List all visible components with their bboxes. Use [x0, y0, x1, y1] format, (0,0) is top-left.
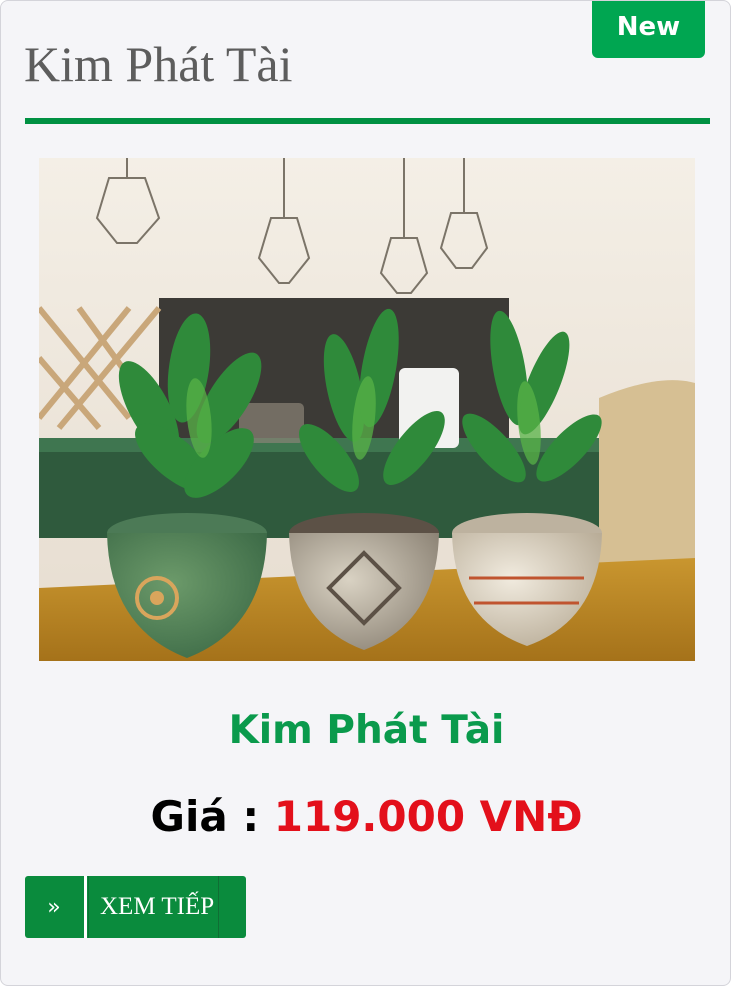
product-card: New Kim Phát Tài Kim Phát Tài Giá: 119.… [0, 0, 731, 986]
read-more-button[interactable]: » XEM TIẾP [25, 876, 246, 938]
button-separator [84, 876, 87, 938]
product-image[interactable] [39, 158, 695, 661]
double-chevron-right-icon: » [47, 894, 61, 920]
price-value: 119.000 VNĐ [273, 792, 583, 841]
new-badge-label: New [616, 11, 681, 42]
card-title: Kim Phát Tài [24, 36, 293, 92]
read-more-label: XEM TIẾP [88, 876, 219, 938]
title-divider [25, 118, 710, 124]
price-label: Giá : [150, 792, 274, 841]
price-row: Giá : 119.000 VNĐ [1, 787, 730, 847]
new-badge: New [592, 1, 705, 58]
product-name[interactable]: Kim Phát Tài [1, 701, 730, 761]
